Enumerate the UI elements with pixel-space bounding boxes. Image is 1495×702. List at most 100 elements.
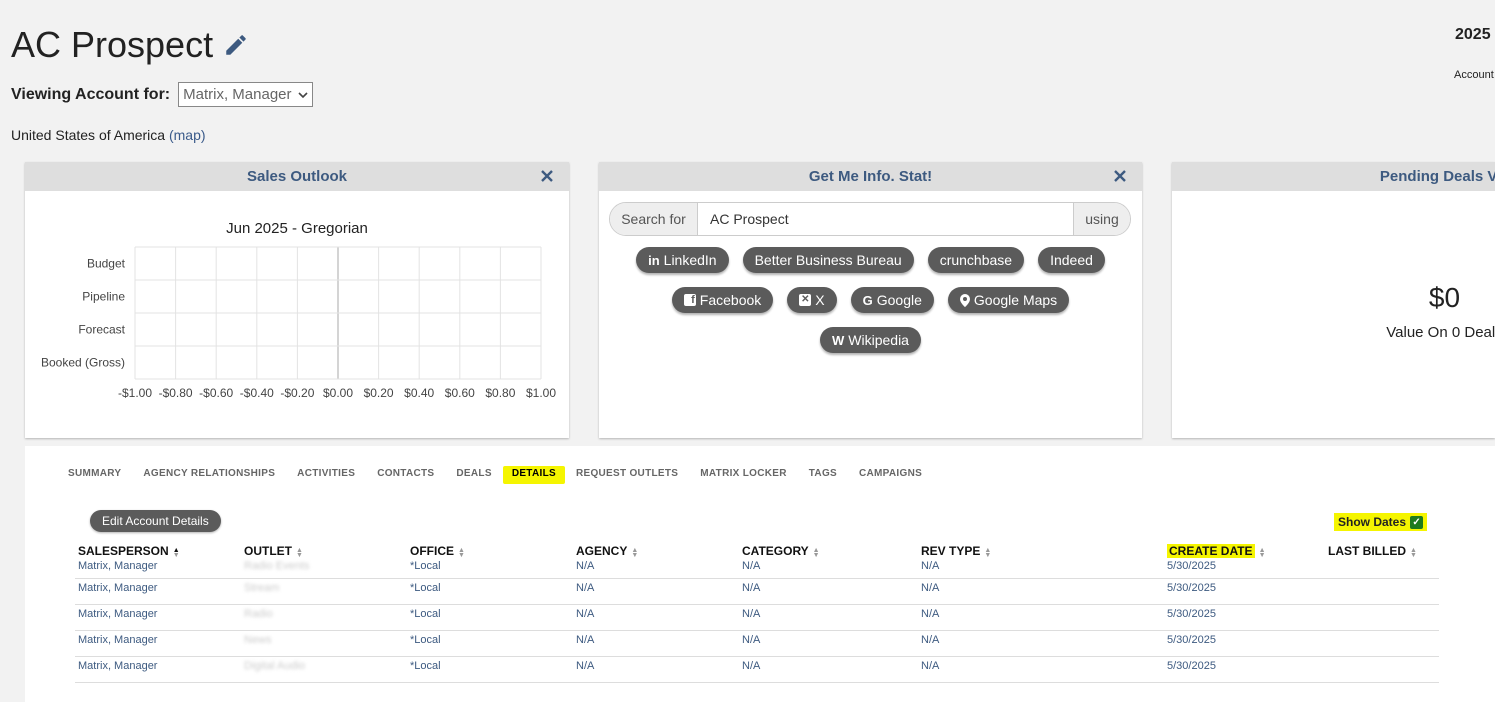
cell-office: *Local (407, 560, 573, 579)
table-row[interactable]: Matrix, Manager Radio Events *Local N/A N/A N… (75, 560, 1439, 579)
cell-salesperson[interactable]: Matrix, Manager (75, 578, 241, 605)
sort-icon[interactable]: ▲ ▼ (296, 547, 303, 559)
pencil-edit-icon[interactable] (223, 32, 249, 58)
column-header-rev-type[interactable]: REV TYPE ▲ ▼ (918, 542, 1164, 560)
x-tick-label: -$0.80 (159, 386, 193, 400)
cell-salesperson[interactable]: Matrix, Manager (75, 560, 241, 579)
table-body: Matrix, Manager Radio Events *Local N/A N/A N… (75, 560, 1439, 683)
edit-account-details-button[interactable]: Edit Account Details (90, 510, 221, 532)
search-buttons-row: in LinkedIn Better Business Bureau crunchba… (599, 247, 1142, 273)
search-wikipedia-button[interactable]: W Wikipedia (820, 327, 921, 353)
show-dates-toggle: Show Dates ✓ (1334, 513, 1428, 531)
table-row[interactable]: Matrix, Manager Stream *Local N/A N/A N/A 5/30… (75, 578, 1439, 605)
linkedin-icon: in (648, 252, 660, 268)
search-linkedin-button[interactable]: in LinkedIn (636, 247, 729, 273)
button-label: Better Business Bureau (754, 252, 902, 268)
cell-rev-type: N/A (918, 560, 1164, 579)
cell-category: N/A (739, 604, 918, 631)
cell-salesperson[interactable]: Matrix, Manager (75, 630, 241, 657)
tab-tags[interactable]: TAGS (798, 468, 848, 482)
viewing-account-select[interactable]: Matrix, Manager (178, 82, 313, 107)
column-header-last-billed[interactable]: LAST BILLED ▲ ▼ (1325, 542, 1439, 560)
search-for-label: Search for (610, 203, 698, 235)
tab-deals[interactable]: DEALS (445, 468, 502, 482)
widget-title: Pending Deals Val (1379, 168, 1495, 185)
table-row[interactable]: Matrix, Manager Digital Audio *Local N/A N/A… (75, 656, 1439, 683)
search-x-button[interactable]: ✕ X (787, 287, 837, 313)
column-header-agency[interactable]: AGENCY ▲ ▼ (573, 542, 739, 560)
cell-last-billed (1325, 656, 1439, 683)
search-crunchbase-button[interactable]: crunchbase (927, 247, 1025, 273)
search-better-business-bureau-button[interactable]: Better Business Bureau (742, 247, 914, 273)
table-row[interactable]: Matrix, Manager Radio *Local N/A N/A N/A 5/30/… (75, 604, 1439, 631)
x-tick-label: -$0.20 (280, 386, 314, 400)
cell-last-billed (1325, 560, 1439, 579)
button-label: LinkedIn (663, 252, 717, 268)
sort-icon[interactable]: ▲ ▼ (813, 547, 820, 559)
search-google-button[interactable]: G Google (850, 287, 934, 313)
column-header-outlet[interactable]: OUTLET ▲ ▼ (241, 542, 407, 560)
cell-office: *Local (407, 604, 573, 631)
cell-last-billed (1325, 578, 1439, 605)
table-row[interactable]: Matrix, Manager News *Local N/A N/A N/A 5/30/2… (75, 630, 1439, 657)
facebook-icon: f (683, 294, 696, 306)
tab-request-outlets[interactable]: REQUEST OUTLETS (565, 468, 689, 482)
button-label: Google (876, 292, 922, 308)
sort-icon[interactable]: ▲ ▼ (984, 547, 991, 559)
cell-salesperson[interactable]: Matrix, Manager (75, 604, 241, 631)
sort-asc-icon[interactable]: ▲ ▼ (173, 547, 180, 559)
column-header-label: REV TYPE (921, 544, 981, 558)
x-tick-label: $0.00 (323, 386, 353, 400)
cell-agency: N/A (573, 560, 739, 579)
cell-office: *Local (407, 656, 573, 683)
column-header-label: CREATE DATE (1167, 544, 1255, 558)
column-header-label: AGENCY (576, 544, 628, 558)
tab-details[interactable]: DETAILS (502, 466, 565, 484)
tab-campaigns[interactable]: CAMPAIGNS (848, 468, 933, 482)
map-link[interactable]: (map) (169, 127, 206, 143)
x-tick-label: $1.00 (526, 386, 556, 400)
cell-outlet: Radio Events (241, 560, 407, 579)
cell-outlet: Digital Audio (241, 656, 407, 683)
cell-agency: N/A (573, 630, 739, 657)
search-input[interactable]: AC Prospect (698, 203, 1073, 235)
column-header-salesperson[interactable]: SALESPERSON ▲ ▼ (75, 542, 241, 560)
close-icon[interactable] (1112, 168, 1128, 184)
cell-salesperson[interactable]: Matrix, Manager (75, 656, 241, 683)
cell-office: *Local (407, 578, 573, 605)
search-facebook-button[interactable]: f Facebook (671, 287, 774, 313)
cell-category: N/A (739, 560, 918, 579)
details-table: SALESPERSON ▲ ▼ OUTLET ▲ ▼ OFFICE ▲ ▼ AGENCY ▲ ▼ CAT… (75, 542, 1439, 683)
pending-subtitle: Value On 0 Deals (1386, 324, 1495, 341)
account-label: Account (1454, 69, 1494, 81)
tab-summary[interactable]: SUMMARY (68, 468, 132, 482)
tab-matrix-locker[interactable]: MATRIX LOCKER (689, 468, 798, 482)
sort-icon[interactable]: ▲ ▼ (631, 547, 638, 559)
cell-agency: N/A (573, 656, 739, 683)
button-label: crunchbase (939, 252, 1013, 268)
category-label: Budget (87, 257, 126, 271)
close-icon[interactable] (539, 168, 555, 184)
column-header-create-date[interactable]: CREATE DATE ▲ ▼ (1164, 542, 1325, 560)
show-dates-checkbox[interactable]: ✓ (1410, 515, 1424, 529)
column-header-label: OUTLET (244, 544, 292, 558)
column-header-category[interactable]: CATEGORY ▲ ▼ (739, 542, 918, 560)
x-tick-label: -$0.60 (199, 386, 233, 400)
category-label: Pipeline (82, 290, 125, 304)
sort-icon[interactable]: ▲ ▼ (458, 547, 465, 559)
category-label: Forecast (78, 323, 125, 337)
widget-header: Sales Outlook (25, 162, 569, 191)
sort-icon[interactable]: ▲ ▼ (1259, 547, 1266, 559)
column-header-office[interactable]: OFFICE ▲ ▼ (407, 542, 573, 560)
x-tick-label: $0.20 (364, 386, 394, 400)
viewing-account-label: Viewing Account for: (11, 85, 171, 103)
tab-agency-relationships[interactable]: AGENCY RELATIONSHIPS (132, 468, 286, 482)
search-indeed-button[interactable]: Indeed (1038, 247, 1105, 273)
tab-activities[interactable]: ACTIVITIES (286, 468, 366, 482)
search-google-maps-button[interactable]: Google Maps (947, 287, 1070, 313)
tab-contacts[interactable]: CONTACTS (366, 468, 445, 482)
sort-icon[interactable]: ▲ ▼ (1410, 547, 1417, 559)
viewing-account-row: Viewing Account for: Matrix, Manager (11, 82, 313, 107)
button-label: Indeed (1050, 252, 1093, 268)
cell-last-billed (1325, 604, 1439, 631)
